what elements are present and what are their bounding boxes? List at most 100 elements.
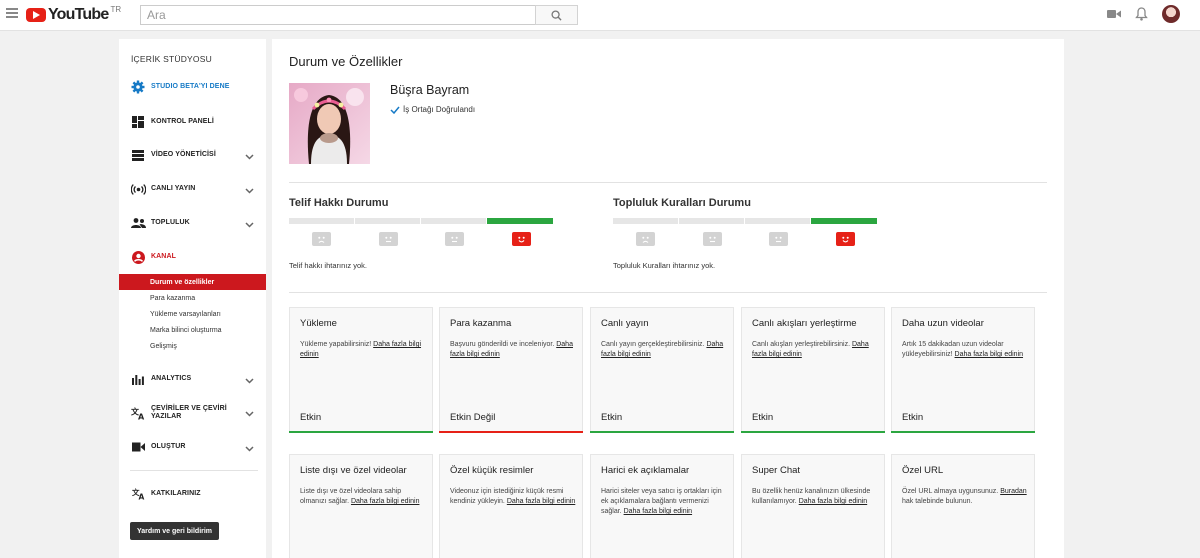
learn-more-link[interactable]: Daha fazla bilgi edinin <box>351 498 420 505</box>
sidebar-item-community[interactable]: TOPLULUK <box>119 213 266 233</box>
sidebar-item-label: KONTROL PANELİ <box>151 118 214 125</box>
channel-name: Büşra Bayram <box>390 83 470 97</box>
happy-face-icon <box>512 232 531 246</box>
sidebar-item-video-manager[interactable]: VİDEO YÖNETİCİSİ <box>119 145 266 165</box>
sidebar-subitem-upload-defaults[interactable]: Yükleme varsayılanları <box>119 306 266 322</box>
channel-account-icon <box>130 249 146 265</box>
learn-more-link[interactable]: Daha fazla bilgi edinin <box>507 498 576 505</box>
translate-icon: 文A <box>130 405 146 421</box>
strike-meter-segment-active <box>487 218 553 224</box>
learn-more-link[interactable]: Daha fazla bilgi edinin <box>955 351 1024 358</box>
feature-card-description-text: Yükleme yapabilirsiniz! <box>300 341 374 348</box>
sidebar-item-label: TOPLULUK <box>151 219 190 226</box>
verified-label: İş Ortağı Doğrulandı <box>403 105 476 114</box>
studio-sidebar: İÇERİK STÜDYOSU STUDIO BETA'YI DENE KONT… <box>119 39 266 558</box>
sidebar-item-label-line1: ÇEVİRİLER VE ÇEVİRİ <box>151 405 227 412</box>
dashboard-icon <box>130 114 146 130</box>
feature-card-upload: Yükleme Yükleme yapabilirsiniz! Daha faz… <box>289 307 433 433</box>
sidebar-title: İÇERİK STÜDYOSU <box>131 54 212 64</box>
feature-card-description: Harici siteler veya satıcı iş ortakları … <box>601 487 727 517</box>
chevron-down-icon[interactable] <box>245 151 254 163</box>
sidebar-item-studio-beta[interactable]: STUDIO BETA'YI DENE <box>119 77 266 97</box>
gear-icon <box>130 79 146 95</box>
partner-verified-status: İş Ortağı Doğrulandı <box>390 105 475 114</box>
sidebar-subitem-status-features[interactable]: Durum ve özellikler <box>119 274 266 290</box>
learn-more-link[interactable]: Daha fazla bilgi edinin <box>624 508 693 515</box>
strike-meter-track <box>613 218 877 224</box>
feature-card-description-text: Özel URL almaya uygunsunuz. <box>902 488 1001 495</box>
happy-face-icon <box>836 232 855 246</box>
logo-text: YouTube <box>48 6 109 23</box>
analytics-bars-icon <box>130 371 146 387</box>
chevron-down-icon[interactable] <box>245 185 254 197</box>
search-button[interactable] <box>535 5 578 25</box>
search-bar <box>140 5 578 25</box>
feature-card-status: Etkin <box>902 412 924 423</box>
feature-card-description-text: Başvuru gönderildi ve inceleniyor. <box>450 341 557 348</box>
sidebar-item-dashboard[interactable]: KONTROL PANELİ <box>119 112 266 132</box>
strike-meter-segment <box>613 218 679 224</box>
chevron-down-icon[interactable] <box>245 408 254 420</box>
feature-card-status: Etkin <box>752 412 774 423</box>
svg-text:A: A <box>138 493 144 501</box>
sidebar-item-channel[interactable]: KANAL <box>119 247 266 267</box>
sidebar-item-live[interactable]: CANLI YAYIN <box>119 179 266 199</box>
checkmark-icon <box>390 106 400 114</box>
community-guidelines-status-title: Topluluk Kuralları Durumu <box>613 197 751 209</box>
neutral-face-icon <box>769 232 788 246</box>
feature-card-description: Özel URL almaya uygunsunuz. Buradan hak … <box>902 487 1028 507</box>
feature-card-status: Etkin <box>300 412 322 423</box>
learn-more-link[interactable]: Daha fazla bilgi edinin <box>799 498 868 505</box>
menu-icon[interactable] <box>6 8 18 20</box>
account-avatar[interactable] <box>1162 5 1180 23</box>
feature-card-monetization: Para kazanma Başvuru gönderildi ve incel… <box>439 307 583 433</box>
feature-card-embed-live: Canlı akışları yerleştirme Canlı akışlar… <box>741 307 885 433</box>
neutral-face-icon <box>379 232 398 246</box>
feature-card-title: Canlı akışları yerleştirme <box>752 318 857 329</box>
sidebar-subitem-branding[interactable]: Marka bilinci oluşturma <box>119 322 266 338</box>
divider <box>289 182 1047 183</box>
sidebar-subitem-advanced[interactable]: Gelişmiş <box>119 338 266 354</box>
claim-url-link[interactable]: Buradan <box>1000 488 1026 495</box>
feature-card-title: Özel URL <box>902 465 944 476</box>
notifications-bell-icon[interactable] <box>1135 7 1148 21</box>
feature-card-custom-thumbnails: Özel küçük resimler Videonuz için istedi… <box>439 454 583 558</box>
chevron-down-icon[interactable] <box>245 375 254 387</box>
sidebar-subitem-monetization[interactable]: Para kazanma <box>119 290 266 306</box>
feature-card-title: Liste dışı ve özel videolar <box>300 465 407 476</box>
contributions-translate-icon: 文A <box>130 486 146 502</box>
help-feedback-button[interactable]: Yardım ve geri bildirim <box>130 522 219 540</box>
upload-video-icon[interactable] <box>1107 9 1121 19</box>
strike-meter-segment <box>745 218 811 224</box>
sidebar-item-label: KATKILARINIZ <box>151 490 201 497</box>
status-bar-disabled <box>439 431 583 433</box>
top-bar: YouTube TR <box>0 0 1200 31</box>
svg-text:A: A <box>138 412 145 420</box>
search-input[interactable] <box>140 5 535 25</box>
chevron-down-icon[interactable] <box>245 443 254 455</box>
sidebar-item-contributions[interactable]: 文A KATKILARINIZ <box>119 484 266 504</box>
live-broadcast-icon <box>130 181 146 197</box>
sidebar-item-analytics[interactable]: ANALYTICS <box>119 369 266 389</box>
divider <box>289 292 1047 293</box>
sidebar-item-create[interactable]: OLUŞTUR <box>119 437 266 457</box>
sidebar-item-translations[interactable]: 文A ÇEVİRİLER VE ÇEVİRİ YAZILAR <box>119 402 266 424</box>
strike-meter-segment <box>679 218 745 224</box>
feature-card-description-text: Canlı yayın gerçekleştirebilirsiniz. <box>601 341 707 348</box>
status-bar-enabled <box>590 431 734 433</box>
feature-card-title: Harici ek açıklamalar <box>601 465 690 476</box>
create-video-camera-icon <box>130 439 146 455</box>
community-guidelines-status-note: Topluluk Kuralları ihtarınız yok. <box>613 261 716 270</box>
chevron-down-icon[interactable] <box>245 219 254 231</box>
youtube-logo[interactable]: YouTube TR <box>26 5 121 24</box>
feature-card-title: Özel küçük resimler <box>450 465 534 476</box>
youtube-play-icon <box>26 8 46 22</box>
sidebar-divider <box>130 470 258 471</box>
community-strike-meter <box>613 218 881 248</box>
feature-card-title: Yükleme <box>300 318 337 329</box>
sidebar-item-label: CANLI YAYIN <box>151 185 196 192</box>
sidebar-item-label: STUDIO BETA'YI DENE <box>151 83 230 90</box>
feature-card-super-chat: Super Chat Bu özellik henüz kanalınızın … <box>741 454 885 558</box>
copyright-strike-meter <box>289 218 557 248</box>
page-title: Durum ve Özellikler <box>289 54 403 69</box>
